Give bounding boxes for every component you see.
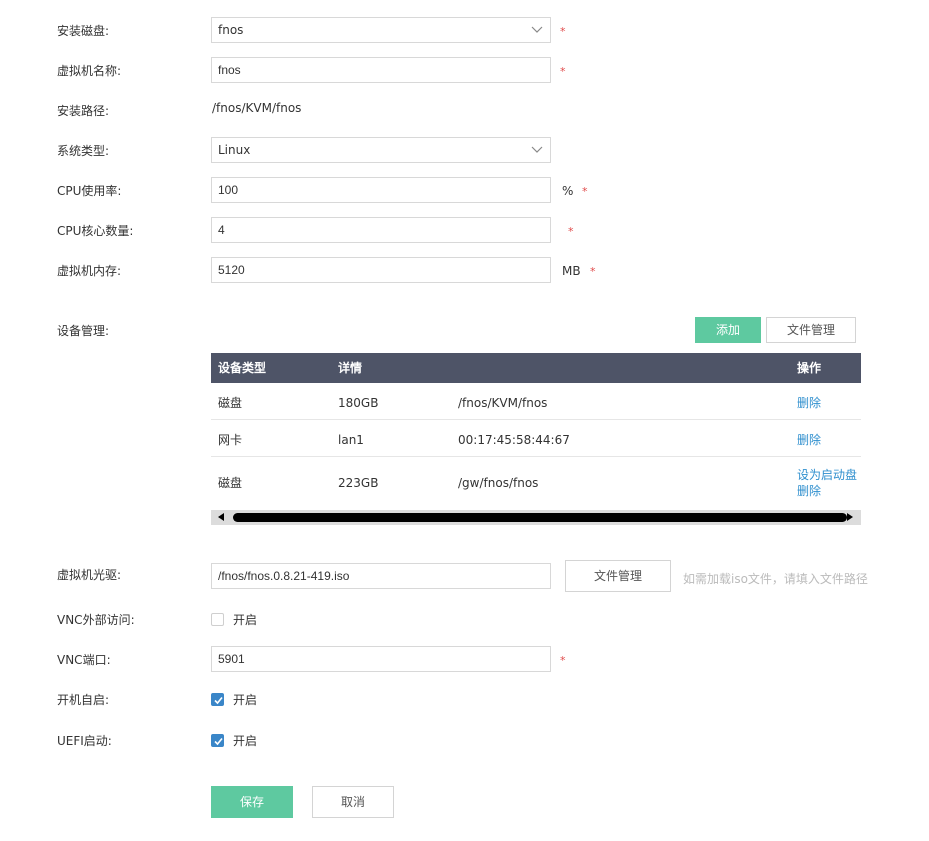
vm-name-label: 虚拟机名称: xyxy=(57,64,122,78)
set-boot-disk-link[interactable]: 设为启动盘 xyxy=(797,467,857,483)
vnc-port-input[interactable] xyxy=(211,646,551,672)
vnc-port-label: VNC端口: xyxy=(57,653,111,667)
uefi-label: UEFI启动: xyxy=(57,734,112,748)
cdrom-label: 虚拟机光驱: xyxy=(57,568,122,582)
cpu-usage-input[interactable] xyxy=(211,177,551,203)
check-icon xyxy=(214,696,223,705)
column-header-detail: 详情 xyxy=(338,361,363,375)
scroll-left-icon[interactable] xyxy=(218,513,224,521)
check-icon xyxy=(214,737,223,746)
device-detail: /fnos/KVM/fnos xyxy=(458,396,548,410)
uefi-checkbox[interactable] xyxy=(211,734,224,747)
required-mark: * xyxy=(568,225,574,238)
column-header-type: 设备类型 xyxy=(218,361,267,375)
add-device-button[interactable]: 添加 xyxy=(695,317,761,343)
device-type: 磁盘 xyxy=(218,396,243,410)
delete-link[interactable]: 删除 xyxy=(797,395,821,411)
memory-unit: MB xyxy=(562,264,581,278)
table-row: 磁盘 223GB /gw/fnos/fnos 设为启动盘 删除 xyxy=(211,457,861,507)
device-detail: 00:17:45:58:44:67 xyxy=(458,433,570,447)
save-button[interactable]: 保存 xyxy=(211,786,293,818)
device-type: 网卡 xyxy=(218,433,243,447)
delete-link[interactable]: 删除 xyxy=(797,432,821,448)
install-path-label: 安装路径: xyxy=(57,104,110,118)
vnc-external-label: VNC外部访问: xyxy=(57,613,135,627)
device-size: 180GB xyxy=(338,396,379,410)
install-path-value: /fnos/KVM/fnos xyxy=(212,101,302,115)
delete-link[interactable]: 删除 xyxy=(797,483,821,499)
cpu-usage-label: CPU使用率: xyxy=(57,184,122,198)
column-header-actions: 操作 xyxy=(797,361,822,375)
autostart-option: 开启 xyxy=(233,693,258,707)
cpu-cores-label: CPU核心数量: xyxy=(57,224,134,238)
required-mark: * xyxy=(590,265,596,278)
cdrom-file-manager-button[interactable]: 文件管理 xyxy=(565,560,671,592)
os-type-select[interactable]: Linux xyxy=(211,137,551,163)
install-disk-select[interactable]: fnos xyxy=(211,17,551,43)
cdrom-path-input[interactable] xyxy=(211,563,551,589)
horizontal-scrollbar[interactable] xyxy=(211,510,861,525)
cdrom-hint: 如需加载iso文件，请填入文件路径 xyxy=(683,572,868,586)
device-size: lan1 xyxy=(338,433,364,447)
device-type: 磁盘 xyxy=(218,476,243,490)
autostart-checkbox[interactable] xyxy=(211,693,224,706)
required-mark: * xyxy=(582,185,588,198)
chevron-down-icon xyxy=(531,26,543,33)
required-mark: * xyxy=(560,65,566,78)
required-mark: * xyxy=(560,25,566,38)
table-header: 设备类型 详情 操作 xyxy=(211,353,861,383)
chevron-down-icon xyxy=(531,146,543,153)
os-type-value: Linux xyxy=(218,143,251,157)
memory-label: 虚拟机内存: xyxy=(57,264,122,278)
scrollbar-thumb[interactable] xyxy=(233,513,847,522)
table-row: 磁盘 180GB /fnos/KVM/fnos 删除 xyxy=(211,383,861,420)
cancel-button[interactable]: 取消 xyxy=(312,786,394,818)
install-disk-value: fnos xyxy=(218,23,244,37)
device-detail: /gw/fnos/fnos xyxy=(458,476,539,490)
vnc-external-option: 开启 xyxy=(233,613,258,627)
vm-name-input[interactable] xyxy=(211,57,551,83)
vnc-external-checkbox[interactable] xyxy=(211,613,224,626)
device-size: 223GB xyxy=(338,476,379,490)
device-file-manager-button[interactable]: 文件管理 xyxy=(766,317,856,343)
install-disk-label: 安装磁盘: xyxy=(57,24,110,38)
devices-label: 设备管理: xyxy=(57,324,110,338)
required-mark: * xyxy=(560,654,566,667)
memory-input[interactable] xyxy=(211,257,551,283)
os-type-label: 系统类型: xyxy=(57,144,110,158)
device-table: 设备类型 详情 操作 磁盘 180GB /fnos/KVM/fnos 删除 网卡… xyxy=(211,353,861,507)
scroll-right-icon[interactable] xyxy=(847,513,853,521)
table-row: 网卡 lan1 00:17:45:58:44:67 删除 xyxy=(211,420,861,457)
cpu-usage-unit: % xyxy=(562,184,574,198)
autostart-label: 开机自启: xyxy=(57,693,110,707)
cpu-cores-input[interactable] xyxy=(211,217,551,243)
uefi-option: 开启 xyxy=(233,734,258,748)
